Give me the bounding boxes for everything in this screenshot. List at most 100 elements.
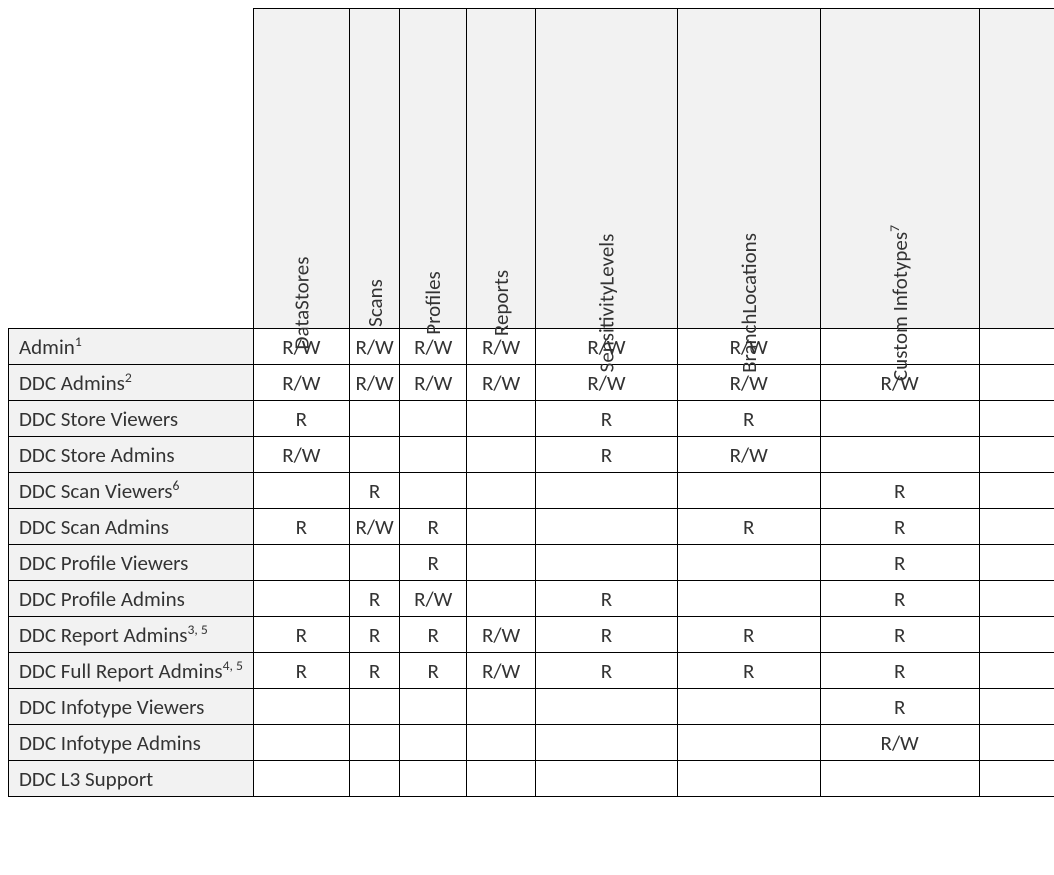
- table-row: DDC L3 Support R/W: [9, 761, 1054, 797]
- permission-cell: R: [349, 653, 400, 689]
- column-header-label: Reports: [488, 270, 514, 336]
- permission-cell: R/W: [253, 365, 349, 401]
- permission-cell: R: [677, 509, 820, 545]
- role-label-cell: Admin1: [9, 329, 254, 365]
- column-header: Custom Infotypes7: [820, 9, 979, 329]
- permission-cell: [677, 689, 820, 725]
- permission-cell: [253, 581, 349, 617]
- role-name: DDC L3 Support: [19, 766, 153, 792]
- permission-cell: [979, 401, 1054, 437]
- permission-cell: [536, 545, 678, 581]
- permission-cell: R: [677, 617, 820, 653]
- permission-cell: [677, 545, 820, 581]
- permission-cell: [400, 401, 467, 437]
- column-header-footnote: 7: [886, 225, 903, 232]
- permission-cell: R/W: [253, 437, 349, 473]
- column-header-label: BranchLocations: [736, 233, 762, 373]
- permission-cell: R: [820, 581, 979, 617]
- permission-cell: R: [536, 437, 678, 473]
- permission-cell: [349, 725, 400, 761]
- permission-cell: [466, 545, 535, 581]
- role-footnote: 2: [125, 369, 132, 386]
- permission-cell: [466, 689, 535, 725]
- column-header: Reports: [466, 9, 535, 329]
- permission-cell: R/W: [979, 761, 1054, 797]
- permission-cell: [466, 725, 535, 761]
- permission-cell: R: [253, 617, 349, 653]
- role-footnote: 3, 5: [188, 621, 208, 638]
- permission-cell: R: [536, 617, 678, 653]
- permission-cell: [979, 617, 1054, 653]
- permission-cell: [536, 725, 678, 761]
- role-name: DDC Full Report Admins: [19, 658, 223, 684]
- role-label-cell: DDC Profile Viewers: [9, 545, 254, 581]
- permission-cell: R/W: [349, 329, 400, 365]
- role-name: DDC Store Admins: [19, 442, 175, 468]
- role-name: Admin: [19, 334, 75, 360]
- role-label-cell: DDC Report Admins3, 5: [9, 617, 254, 653]
- permission-cell: [979, 509, 1054, 545]
- permission-cell: R: [536, 653, 678, 689]
- column-header: SensitivityLevels: [536, 9, 678, 329]
- column-header-label: DataStores: [288, 257, 314, 350]
- permission-cell: R: [820, 653, 979, 689]
- permission-cell: R: [536, 581, 678, 617]
- role-label-cell: DDC Admins2: [9, 365, 254, 401]
- permission-cell: R: [349, 581, 400, 617]
- permission-cell: [536, 761, 678, 797]
- permission-cell: [677, 725, 820, 761]
- permission-cell: [466, 473, 535, 509]
- permission-cell: R: [820, 617, 979, 653]
- permission-cell: [349, 401, 400, 437]
- role-footnote: 4, 5: [223, 657, 243, 674]
- permission-cell: [536, 473, 678, 509]
- permission-cell: [349, 545, 400, 581]
- permission-cell: [349, 437, 400, 473]
- table-row: DDC Profile ViewersRR: [9, 545, 1054, 581]
- permission-cell: [820, 437, 979, 473]
- permission-cell: [466, 437, 535, 473]
- role-footnote: 1: [75, 333, 82, 350]
- column-header: Scans: [349, 9, 400, 329]
- role-name: DDC Scan Viewers: [19, 478, 173, 504]
- permission-cell: [349, 689, 400, 725]
- permission-cell: [820, 761, 979, 797]
- permission-cell: R: [400, 509, 467, 545]
- permission-cell: R: [820, 545, 979, 581]
- role-label-cell: DDC Full Report Admins4, 5: [9, 653, 254, 689]
- table-row: DDC Profile AdminsRR/WRR: [9, 581, 1054, 617]
- role-label-cell: DDC Scan Viewers6: [9, 473, 254, 509]
- permission-cell: [979, 725, 1054, 761]
- permission-cell: [253, 725, 349, 761]
- permission-cell: [466, 761, 535, 797]
- permission-cell: R/W: [349, 509, 400, 545]
- role-label-cell: DDC L3 Support: [9, 761, 254, 797]
- permission-cell: [979, 581, 1054, 617]
- role-label-cell: DDC Infotype Viewers: [9, 689, 254, 725]
- permission-cell: R: [820, 473, 979, 509]
- permission-cell: R/W: [400, 581, 467, 617]
- role-label-cell: DDC Profile Admins: [9, 581, 254, 617]
- permission-cell: R: [677, 653, 820, 689]
- permission-cell: [253, 689, 349, 725]
- role-name: DDC Infotype Viewers: [19, 694, 204, 720]
- role-name: DDC Infotype Admins: [19, 730, 201, 756]
- permission-cell: [979, 653, 1054, 689]
- permission-cell: [400, 437, 467, 473]
- column-header: BranchLocations: [677, 9, 820, 329]
- permission-cell: R/W: [677, 437, 820, 473]
- role-name: DDC Admins: [19, 370, 125, 396]
- permission-cell: R: [677, 401, 820, 437]
- permissions-table: DataStoresScansProfilesReportsSensitivit…: [8, 8, 1054, 797]
- permission-cell: [979, 473, 1054, 509]
- permission-cell: [820, 401, 979, 437]
- permission-cell: [253, 473, 349, 509]
- permission-cell: R: [349, 617, 400, 653]
- role-label-cell: DDC Store Viewers: [9, 401, 254, 437]
- permission-cell: [979, 545, 1054, 581]
- table-row: DDC Scan AdminsRR/WRRR: [9, 509, 1054, 545]
- permission-cell: [677, 581, 820, 617]
- permission-cell: [677, 761, 820, 797]
- permission-cell: [536, 509, 678, 545]
- permission-cell: [400, 689, 467, 725]
